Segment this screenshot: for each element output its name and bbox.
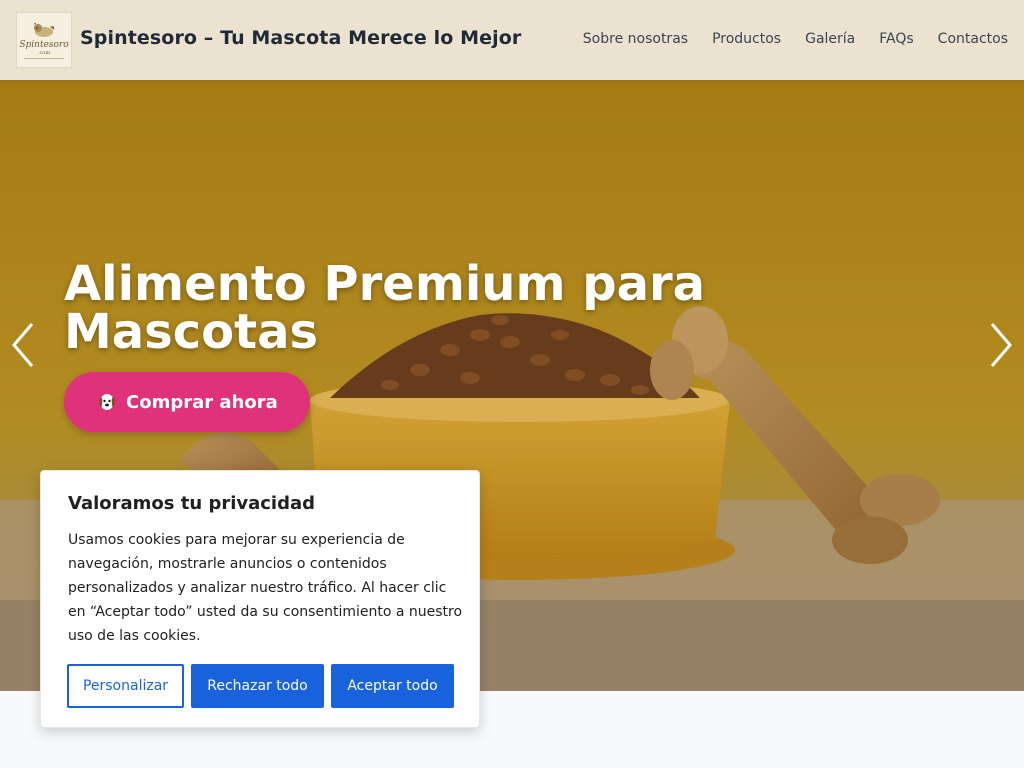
buy-now-button[interactable]: Comprar ahora — [64, 372, 310, 432]
logo-rule — [24, 58, 64, 59]
site-title[interactable]: Spintesoro – Tu Mascota Merece lo Mejor — [80, 27, 521, 49]
cookie-text: Usamos cookies para mejorar su experienc… — [68, 532, 463, 644]
nav-item-sobre-nosotras[interactable]: Sobre nosotras — [583, 31, 688, 47]
reject-all-button[interactable]: Rechazar todo — [191, 664, 324, 708]
hero-heading: Alimento Premium para Mascotas — [64, 256, 706, 360]
logo-wordmark: Spintesoro — [19, 40, 69, 50]
logo-subtext: .com — [37, 50, 51, 56]
buy-now-label: Comprar ahora — [126, 391, 278, 413]
cookie-title: Valoramos tu privacidad — [68, 493, 316, 514]
site-header: Spintesoro .com Spintesoro – Tu Mascota … — [0, 0, 1024, 80]
nav-item-contactos[interactable]: Contactos — [938, 31, 1008, 47]
dog-logo-icon — [34, 22, 55, 37]
customize-button[interactable]: Personalizar — [67, 664, 184, 708]
chevron-right-icon[interactable] — [986, 320, 1016, 370]
nav-item-faqs[interactable]: FAQs — [879, 31, 913, 47]
accept-all-button[interactable]: Aceptar todo — [331, 664, 454, 708]
dog-icon — [99, 394, 115, 410]
main-nav: Sobre nosotras Productos Galería FAQs Co… — [583, 31, 1008, 47]
site-logo[interactable]: Spintesoro .com — [16, 12, 72, 68]
nav-item-productos[interactable]: Productos — [712, 31, 781, 47]
cookie-consent-dialog: Valoramos tu privacidad Usamos cookies p… — [40, 470, 480, 728]
nav-item-galeria[interactable]: Galería — [805, 31, 855, 47]
chevron-left-icon[interactable] — [8, 320, 38, 370]
